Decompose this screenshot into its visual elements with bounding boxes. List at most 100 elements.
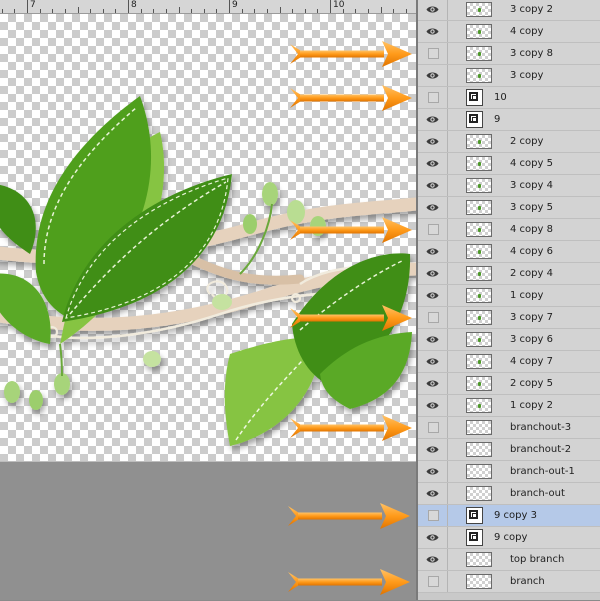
layer-row[interactable]: branchout-2 (418, 439, 600, 461)
ruler-major-tick (229, 0, 230, 13)
layer-visibility-toggle[interactable] (418, 241, 448, 262)
eye-icon (426, 468, 439, 475)
layer-visibility-toggle[interactable] (418, 87, 448, 108)
layer-name: branchout-2 (510, 444, 572, 455)
layers-panel[interactable]: 3 copy 2 4 copy 3 copy 8 3 copy 10 9 2 copy 4 c… (416, 0, 600, 600)
layer-thumbnail (466, 156, 492, 171)
layer-thumbnail (466, 420, 492, 435)
ruler-minor-tick (393, 9, 394, 13)
layer-row[interactable]: 4 copy (418, 21, 600, 43)
layer-thumbnail (466, 200, 492, 215)
layer-name: 9 copy 3 (494, 510, 537, 521)
layer-row[interactable]: 10 (418, 87, 600, 109)
eye-icon (426, 182, 439, 189)
layer-name: branch (510, 576, 545, 587)
ruler-minor-tick (179, 7, 180, 13)
ruler-minor-tick (65, 9, 66, 13)
layer-thumbnail (466, 310, 492, 325)
layer-visibility-toggle[interactable] (418, 329, 448, 350)
layer-visibility-toggle[interactable] (418, 65, 448, 86)
layer-row[interactable]: 9 copy (418, 527, 600, 549)
hidden-visibility-box (428, 422, 439, 433)
layer-row[interactable]: 3 copy 7 (418, 307, 600, 329)
layer-thumbnail (466, 464, 492, 479)
layer-row[interactable]: 2 copy 4 (418, 263, 600, 285)
layer-row[interactable]: branchout-3 (418, 417, 600, 439)
layer-thumbnail (466, 332, 492, 347)
layer-thumbnail (466, 134, 492, 149)
layer-visibility-toggle[interactable] (418, 505, 448, 526)
layer-visibility-toggle[interactable] (418, 263, 448, 284)
layer-thumbnail (466, 376, 492, 391)
annotation-arrow-icon (288, 303, 414, 333)
ruler-minor-tick (2, 9, 3, 13)
layer-visibility-toggle[interactable] (418, 131, 448, 152)
layer-row[interactable]: 3 copy 2 (418, 0, 600, 21)
layer-row[interactable]: 4 copy 8 (418, 219, 600, 241)
eye-icon (426, 534, 439, 541)
smart-object-thumbnail-icon (466, 507, 483, 524)
layer-visibility-toggle[interactable] (418, 461, 448, 482)
hidden-visibility-box (428, 224, 439, 235)
layer-visibility-toggle[interactable] (418, 0, 448, 20)
layer-visibility-toggle[interactable] (418, 307, 448, 328)
layer-row[interactable]: 4 copy 6 (418, 241, 600, 263)
layer-row[interactable]: 2 copy (418, 131, 600, 153)
layer-visibility-toggle[interactable] (418, 109, 448, 130)
layer-row[interactable]: 9 (418, 109, 600, 131)
layer-row[interactable]: branch-out-1 (418, 461, 600, 483)
layer-visibility-toggle[interactable] (418, 571, 448, 592)
layer-row[interactable]: 3 copy 6 (418, 329, 600, 351)
eye-icon (426, 402, 439, 409)
ruler-minor-tick (242, 9, 243, 13)
layer-visibility-toggle[interactable] (418, 549, 448, 570)
layer-row[interactable]: top branch (418, 549, 600, 571)
layer-row[interactable]: 3 copy 5 (418, 197, 600, 219)
annotation-arrow-icon (286, 501, 412, 531)
ruler-minor-tick (115, 9, 116, 13)
layer-visibility-toggle[interactable] (418, 219, 448, 240)
layer-visibility-toggle[interactable] (418, 285, 448, 306)
eye-icon (426, 138, 439, 145)
layer-row[interactable]: 4 copy 7 (418, 351, 600, 373)
eye-icon (426, 556, 439, 563)
layer-visibility-toggle[interactable] (418, 197, 448, 218)
layer-name: 4 copy 6 (510, 246, 553, 257)
layer-visibility-toggle[interactable] (418, 439, 448, 460)
layer-row[interactable]: 4 copy 5 (418, 153, 600, 175)
layer-row[interactable]: 3 copy 8 (418, 43, 600, 65)
smart-object-thumbnail-icon (466, 89, 483, 106)
layer-visibility-toggle[interactable] (418, 373, 448, 394)
layer-row[interactable]: 1 copy 2 (418, 395, 600, 417)
layer-row[interactable]: 1 copy (418, 285, 600, 307)
layer-row[interactable]: 2 copy 5 (418, 373, 600, 395)
horizontal-ruler[interactable]: 7 8 9 10 (0, 0, 416, 14)
layer-visibility-toggle[interactable] (418, 43, 448, 64)
layer-name: 4 copy (510, 26, 544, 37)
layer-visibility-toggle[interactable] (418, 527, 448, 548)
layer-visibility-toggle[interactable] (418, 21, 448, 42)
layer-visibility-toggle[interactable] (418, 395, 448, 416)
layer-visibility-toggle[interactable] (418, 483, 448, 504)
smart-object-thumbnail-icon (466, 529, 483, 546)
layer-visibility-toggle[interactable] (418, 153, 448, 174)
layer-name: branchout-3 (510, 422, 572, 433)
hidden-visibility-box (428, 576, 439, 587)
layer-visibility-toggle[interactable] (418, 175, 448, 196)
ruler-label: 8 (131, 0, 137, 10)
layer-name: 9 (494, 114, 501, 125)
layer-row[interactable]: 9 copy 3 (418, 505, 600, 527)
ruler-minor-tick (40, 9, 41, 13)
layer-name: branch-out-1 (510, 466, 575, 477)
layer-thumbnail (466, 244, 492, 259)
layer-name: 4 copy 7 (510, 356, 553, 367)
layer-row[interactable]: 3 copy 4 (418, 175, 600, 197)
layer-row[interactable]: 3 copy (418, 65, 600, 87)
layer-row[interactable]: branch-out (418, 483, 600, 505)
layer-visibility-toggle[interactable] (418, 351, 448, 372)
layer-row[interactable]: branch (418, 571, 600, 593)
layer-name: 3 copy 7 (510, 312, 553, 323)
layer-visibility-toggle[interactable] (418, 417, 448, 438)
ruler-minor-tick (216, 9, 217, 13)
hidden-visibility-box (428, 510, 439, 521)
